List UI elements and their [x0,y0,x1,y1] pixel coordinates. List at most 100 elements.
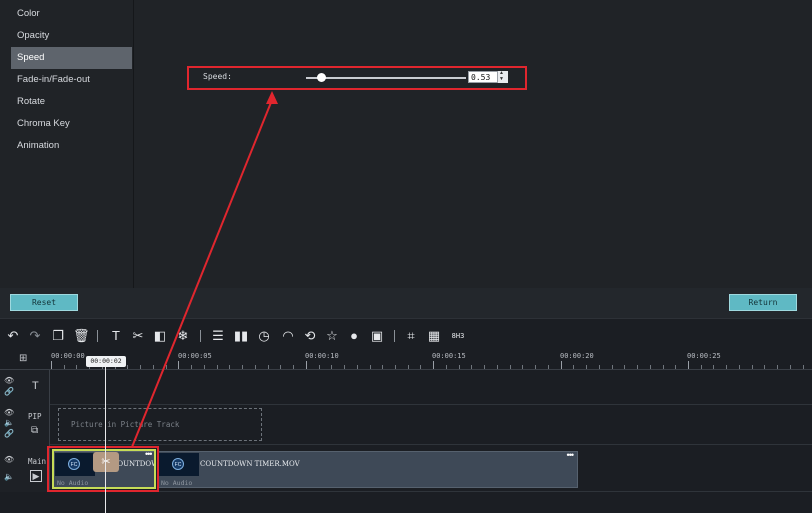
ruler-label: 00:00:10 [305,352,339,360]
ruler-tick [484,365,486,369]
text-track-header: 👁 🔗 T [0,370,50,405]
more-icon[interactable]: ••• [567,452,575,460]
undo-icon[interactable]: ↶ [5,328,21,344]
video-clip[interactable]: FC COUNTDOWN TIMER.MOV No Audio ••• [157,451,578,488]
pip-track-header: 👁 🔈 🔗 PIP ⧉ [0,405,50,445]
duration-icon[interactable]: ◷ [256,328,272,344]
ruler-tick [445,365,447,369]
speed-icon[interactable]: ◠ [280,328,296,344]
ruler-tick [382,365,384,369]
ruler-label: 00:00:25 [687,352,721,360]
eye-icon[interactable]: 👁 [4,376,14,385]
ruler-tick [509,365,511,369]
ruler-tick [420,365,422,369]
split-icon[interactable]: ◧ [152,328,168,344]
audio-icon[interactable]: ▮▮ [233,328,249,344]
ruler-tick [471,365,473,369]
crop-icon[interactable]: ⌗ [403,328,419,344]
ruler-tick [547,365,549,369]
speaker-icon[interactable]: 🔈 [4,472,14,481]
ruler-tick [624,365,626,369]
ruler-label: 00:00:05 [178,352,212,360]
ruler-tick [738,365,740,369]
eye-icon[interactable]: 👁 [4,408,14,417]
menu-item-rotate[interactable]: Rotate [11,91,132,113]
menu-item-animation[interactable]: Animation [11,135,132,157]
menu-item-chroma-key[interactable]: Chroma Key [11,113,132,135]
ruler-tick [688,361,689,369]
ruler-tick [789,365,791,369]
ruler-tick [777,365,779,369]
ruler-tick [700,365,702,369]
menu-item-opacity[interactable]: Opacity [11,25,132,47]
ruler-tick [318,365,320,369]
menu-item-speed[interactable]: Speed [11,47,132,69]
link-icon[interactable]: 🔗 [4,429,14,438]
ruler-tick [254,365,256,369]
ruler-tick [165,365,167,369]
action-bar: Reset Return [0,288,812,318]
text-track-icon: T [32,380,39,392]
delete-icon[interactable]: 🗑 [73,328,90,344]
ruler-tick [242,365,244,369]
speed-slider-handle[interactable] [317,73,326,82]
ruler-tick [280,365,282,369]
user-icon[interactable]: ● [346,328,362,344]
ruler-tick [726,365,728,369]
chevron-down-icon[interactable]: ▼ [499,77,504,82]
ruler-tick [394,365,396,369]
property-menu: Color Opacity Speed Fade-in/Fade-out Rot… [0,0,133,288]
copy-icon[interactable]: ❐ [50,328,66,344]
speed-spinner[interactable]: ▲ ▼ [497,71,508,83]
mosaic-icon[interactable]: ▦ [426,328,442,344]
text-icon[interactable]: T [108,328,124,344]
settings-panel [133,0,812,288]
ruler-label: 00:00:20 [560,352,594,360]
ruler-tick [127,365,129,369]
menu-item-color[interactable]: Color [11,3,132,25]
ruler-tick [764,365,766,369]
video-track-icon: ▶ [30,470,42,482]
clip-highlight-box [47,446,159,492]
ruler-tick [63,365,65,369]
ruler-label: 00:00:15 [432,352,466,360]
ruler-tick [51,361,52,369]
toolbar-separator [97,330,98,342]
record-icon[interactable]: ▣ [369,328,385,344]
ruler-tick [675,365,677,369]
speaker-icon[interactable]: 🔈 [4,418,14,427]
ruler-tick [356,365,358,369]
speed-slider-track[interactable] [306,77,466,79]
zoom-label[interactable]: 8H3 [448,328,468,344]
text-track[interactable] [50,370,812,405]
reverse-icon[interactable]: ⟲ [302,328,318,344]
ruler-tick [203,365,205,369]
eye-icon[interactable]: 👁 [4,455,14,464]
ruler-tick [535,365,537,369]
menu-item-fade[interactable]: Fade-in/Fade-out [11,69,132,91]
freeze-icon[interactable]: ❄ [175,328,191,344]
pip-track-label: PIP [28,412,42,421]
ruler-tick [713,365,715,369]
link-icon[interactable]: 🔗 [4,387,14,396]
toolbar-separator [200,330,201,342]
ruler-tick [662,365,664,369]
add-track-icon[interactable]: ⊞ [19,353,27,364]
effects-icon[interactable]: ☆ [324,328,340,344]
ruler-tick [611,365,613,369]
ruler-tick [140,365,142,369]
settings-icon[interactable]: ☰ [210,328,226,344]
toolbar-separator [394,330,395,342]
redo-icon[interactable]: ↷ [27,328,43,344]
ruler-label: 00:00:00 [51,352,85,360]
ruler-tick [369,365,371,369]
playhead-time[interactable]: 00:00:02 [86,356,126,367]
ruler-tick [76,365,78,369]
pip-placeholder[interactable]: Picture in Picture Track [58,408,262,441]
cut-icon[interactable]: ✂ [130,328,146,344]
ruler-tick [331,365,333,369]
reset-button[interactable]: Reset [10,294,78,311]
return-button[interactable]: Return [729,294,797,311]
ruler-tick [751,365,753,369]
playhead-line[interactable] [105,367,106,513]
